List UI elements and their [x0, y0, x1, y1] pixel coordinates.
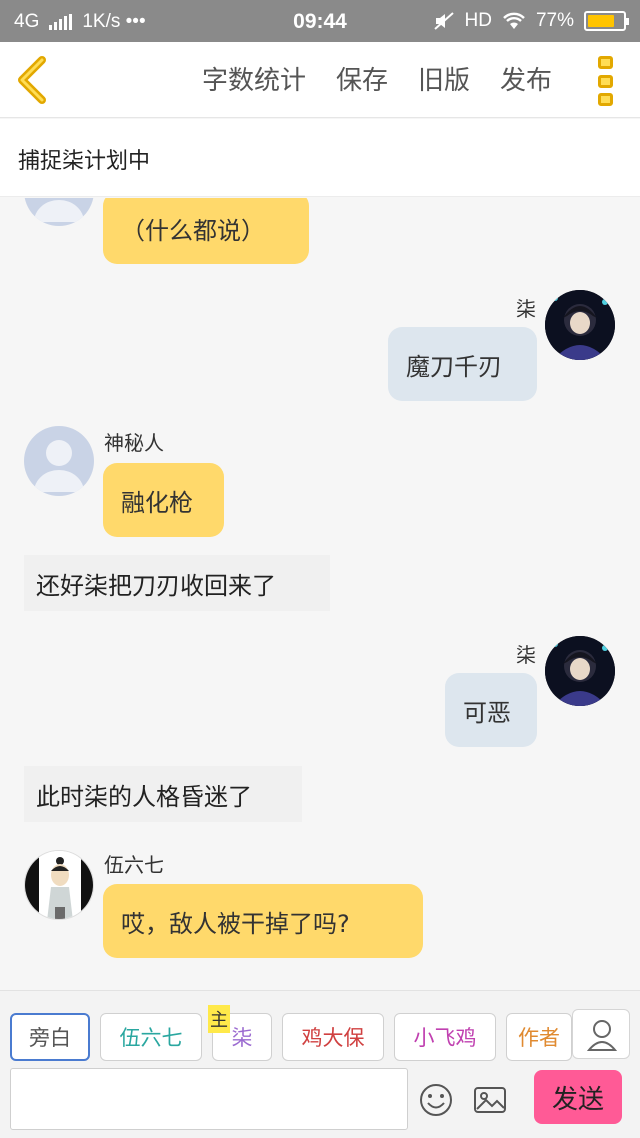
default-avatar[interactable]: [24, 426, 94, 496]
role-label: 作者: [518, 1026, 560, 1050]
role-label: 伍六七: [119, 1026, 183, 1050]
send-button[interactable]: 发送: [534, 1070, 622, 1124]
message-bubble[interactable]: 哎，敌人被干掉了吗?: [103, 884, 423, 958]
back-icon[interactable]: [14, 56, 54, 104]
profile-button[interactable]: [572, 1009, 630, 1059]
role-label: 鸡大保: [301, 1026, 365, 1050]
publish-button[interactable]: 发布: [500, 60, 552, 97]
speaker-name: 柒: [516, 297, 536, 321]
status-right: HD 77%: [433, 10, 629, 32]
narration-text[interactable]: 还好柒把刀刃收回来了: [24, 555, 330, 611]
role-label: 旁白: [29, 1026, 71, 1050]
speaker-name: 神秘人: [104, 431, 164, 455]
more-menu-icon[interactable]: [598, 56, 614, 106]
role-label: 柒: [231, 1026, 253, 1050]
message-bubble[interactable]: 可恶: [445, 673, 537, 747]
role-selector-bar: 旁白 伍六七 柒 主 鸡大保 小飞鸡 作者: [0, 990, 640, 1062]
status-bar: 4G 1K/s ••• 09:44 HD 77%: [0, 0, 640, 42]
default-avatar[interactable]: [24, 198, 94, 226]
role-chip-wuliuqi[interactable]: 伍六七: [100, 1013, 202, 1061]
role-label: 小飞鸡: [413, 1026, 477, 1050]
role-chip-jidabao[interactable]: 鸡大保: [282, 1013, 384, 1061]
battery-fill: [588, 15, 615, 27]
emoji-icon[interactable]: [418, 1082, 454, 1118]
save-button[interactable]: 保存: [336, 60, 388, 97]
wuliuqi-avatar[interactable]: [24, 850, 94, 920]
old-version-button[interactable]: 旧版: [418, 60, 470, 97]
role-chip-narrator[interactable]: 旁白: [10, 1013, 90, 1061]
narration-text[interactable]: 此时柒的人格昏迷了: [24, 766, 302, 822]
story-title: 捕捉柒计划中: [0, 119, 640, 197]
wifi-icon: [503, 12, 525, 29]
image-icon[interactable]: [472, 1082, 508, 1118]
chat-area[interactable]: （什么都说） 柒 魔刀千刃 神秘人 融化枪 还好柒把刀刃收回来了 柒 可恶 此时…: [0, 198, 640, 988]
message-bubble[interactable]: 融化枪: [103, 463, 224, 537]
role-chip-xiaofeiji[interactable]: 小飞鸡: [394, 1013, 496, 1061]
seven-avatar[interactable]: [545, 636, 615, 706]
person-icon: [586, 1020, 618, 1051]
header-actions: 字数统计 保存 旧版 发布: [202, 60, 552, 97]
input-bar: 发送: [0, 1062, 640, 1138]
battery-percent: 77%: [535, 10, 574, 31]
speaker-name: 柒: [516, 643, 536, 667]
message-bubble[interactable]: （什么都说）: [103, 198, 309, 264]
speaker-name: 伍六七: [104, 853, 164, 877]
seven-avatar[interactable]: [545, 290, 615, 360]
mute-icon: [433, 12, 454, 30]
app-header: 字数统计 保存 旧版 发布: [0, 42, 640, 118]
message-bubble[interactable]: 魔刀千刃: [388, 327, 537, 401]
battery-icon: [584, 11, 629, 31]
role-chip-author[interactable]: 作者: [506, 1013, 572, 1061]
hd-badge: HD: [464, 10, 492, 31]
word-count-button[interactable]: 字数统计: [202, 60, 306, 97]
message-input[interactable]: [10, 1068, 408, 1130]
main-role-tag: 主: [208, 1005, 230, 1033]
